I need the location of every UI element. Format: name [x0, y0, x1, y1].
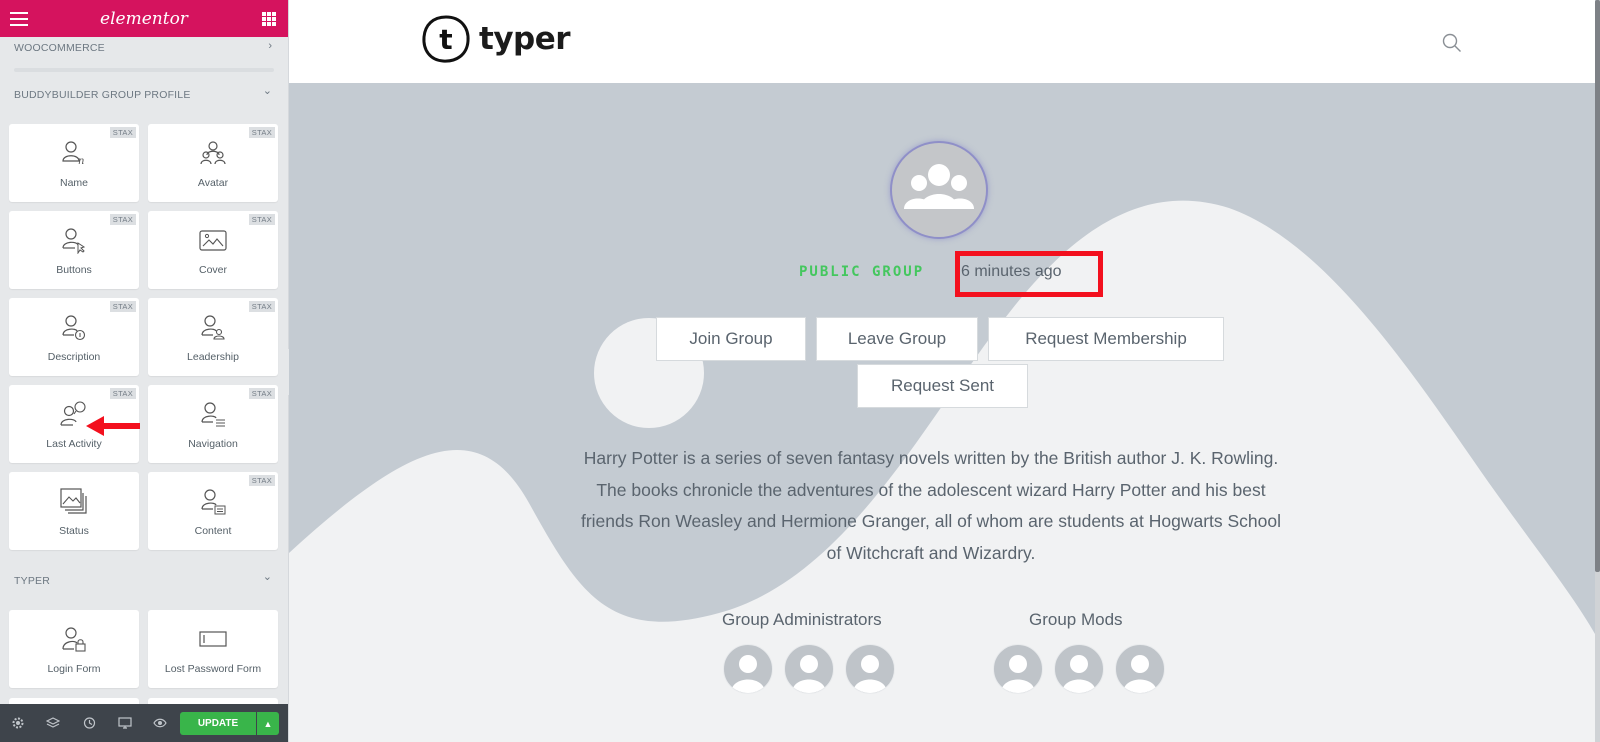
cover-image-icon: [199, 230, 227, 251]
stax-badge: STAX: [248, 214, 275, 225]
elementor-logo: elementor: [100, 9, 188, 29]
category-typer[interactable]: TYPER: [14, 575, 50, 587]
widget-buttons[interactable]: STAX Buttons: [9, 211, 139, 289]
gallery-icon: [60, 488, 87, 514]
widget-label: Avatar: [197, 177, 229, 189]
widget-avatar[interactable]: STAX Avatar: [148, 124, 278, 202]
category-woocommerce[interactable]: WOOCOMMERCE: [14, 42, 105, 54]
widget-lost-password-form[interactable]: Lost Password Form: [148, 610, 278, 688]
group-type-label: PUBLIC GROUP: [799, 264, 925, 280]
stax-badge: STAX: [248, 475, 275, 486]
brand-letter: t: [439, 23, 452, 56]
settings-gear-icon[interactable]: [11, 716, 25, 730]
form-field-icon: [199, 631, 227, 647]
group-header-section: PUBLIC GROUP 6 minutes ago Join Group Le…: [289, 83, 1600, 742]
history-icon[interactable]: [82, 716, 96, 730]
widget-label: Buttons: [56, 264, 92, 276]
user-name-icon: n: [62, 141, 84, 167]
mod-avatar[interactable]: [1054, 644, 1104, 694]
request-membership-button[interactable]: Request Membership: [988, 317, 1224, 361]
user-info-icon: [62, 315, 86, 341]
user-silhouette-icon: [731, 655, 765, 693]
widget-label: Name: [59, 177, 88, 189]
site-header: t typer: [289, 0, 1600, 83]
red-arrow-annotation-icon: [86, 416, 140, 436]
user-silhouette-icon: [1062, 655, 1096, 693]
preview-eye-icon[interactable]: [153, 716, 167, 730]
category-divider: [14, 68, 274, 72]
stax-badge: STAX: [248, 301, 275, 312]
user-content-icon: [201, 489, 226, 515]
update-options-button[interactable]: ▲: [257, 712, 279, 735]
widget-label: Last Activity: [46, 438, 102, 450]
typer-logo-icon: t: [422, 15, 470, 63]
group-people-icon: [904, 164, 974, 209]
widget-label: Cover: [198, 264, 227, 276]
widget-content[interactable]: STAX Content: [148, 472, 278, 550]
widget-navigation[interactable]: STAX Navigation: [148, 385, 278, 463]
stax-badge: STAX: [248, 388, 275, 399]
brand-name: typer: [479, 21, 571, 57]
user-silhouette-icon: [1123, 655, 1157, 693]
stax-badge: STAX: [109, 301, 136, 312]
widget-login-form[interactable]: Login Form: [9, 610, 139, 688]
mod-avatar[interactable]: [993, 644, 1043, 694]
group-mods-title: Group Mods: [1029, 610, 1123, 629]
chevron-right-icon[interactable]: ›: [268, 40, 272, 52]
group-avatar-icon: [200, 141, 226, 165]
widget-status[interactable]: Status: [9, 472, 139, 550]
panel-header: elementor: [0, 0, 288, 37]
mod-avatar[interactable]: [1115, 644, 1165, 694]
user-leader-icon: [201, 315, 225, 340]
widget-leadership[interactable]: STAX Leadership: [148, 298, 278, 376]
admin-avatar[interactable]: [784, 644, 834, 694]
stax-badge: STAX: [109, 388, 136, 399]
widget-name[interactable]: STAX n Name: [9, 124, 139, 202]
user-silhouette-icon: [1001, 655, 1035, 693]
user-cursor-icon: [62, 228, 86, 254]
elementor-panel: elementor WOOCOMMERCE › BUDDYBUILDER GRO…: [0, 0, 289, 742]
widget-label: Description: [47, 351, 101, 363]
widget-label: Lost Password Form: [164, 663, 262, 675]
chevron-down-icon[interactable]: ⌄: [263, 84, 272, 97]
admin-avatar[interactable]: [845, 644, 895, 694]
site-logo[interactable]: t typer: [421, 14, 571, 69]
widget-label: Content: [194, 525, 232, 537]
update-button[interactable]: UPDATE: [180, 712, 256, 735]
layers-navigator-icon[interactable]: [46, 716, 60, 730]
group-avatar[interactable]: [890, 141, 988, 239]
widget-label: Login Form: [47, 663, 101, 675]
red-highlight-box: [955, 251, 1103, 297]
widget-cover[interactable]: STAX Cover: [148, 211, 278, 289]
widget-label: Leadership: [187, 351, 239, 363]
user-lock-icon: [62, 627, 86, 652]
admin-avatar[interactable]: [723, 644, 773, 694]
chevron-down-icon[interactable]: ⌄: [263, 570, 272, 583]
stax-badge: STAX: [248, 127, 275, 138]
group-description: Harry Potter is a series of seven fantas…: [580, 448, 1282, 563]
request-sent-button[interactable]: Request Sent: [857, 364, 1028, 408]
preview-scrollbar[interactable]: [1595, 0, 1600, 742]
search-icon[interactable]: [1441, 32, 1463, 54]
widgets-grid-icon[interactable]: [262, 12, 276, 26]
join-group-button[interactable]: Join Group: [656, 317, 806, 361]
scrollbar-thumb[interactable]: [1595, 0, 1600, 572]
stax-badge: STAX: [109, 127, 136, 138]
widget-label: Navigation: [188, 438, 238, 450]
responsive-desktop-icon[interactable]: [118, 716, 132, 730]
panel-footer: UPDATE ▲: [0, 704, 288, 742]
user-silhouette-icon: [792, 655, 826, 693]
widget-label: Status: [59, 525, 89, 537]
category-buddybuilder-group-profile[interactable]: BUDDYBUILDER GROUP PROFILE: [14, 89, 191, 101]
leave-group-button[interactable]: Leave Group: [816, 317, 978, 361]
widget-description[interactable]: STAX Description: [9, 298, 139, 376]
user-silhouette-icon: [853, 655, 887, 693]
svg-text:n: n: [78, 156, 84, 167]
stax-badge: STAX: [109, 214, 136, 225]
group-administrators-title: Group Administrators: [722, 610, 882, 629]
user-navigation-icon: [201, 402, 225, 427]
